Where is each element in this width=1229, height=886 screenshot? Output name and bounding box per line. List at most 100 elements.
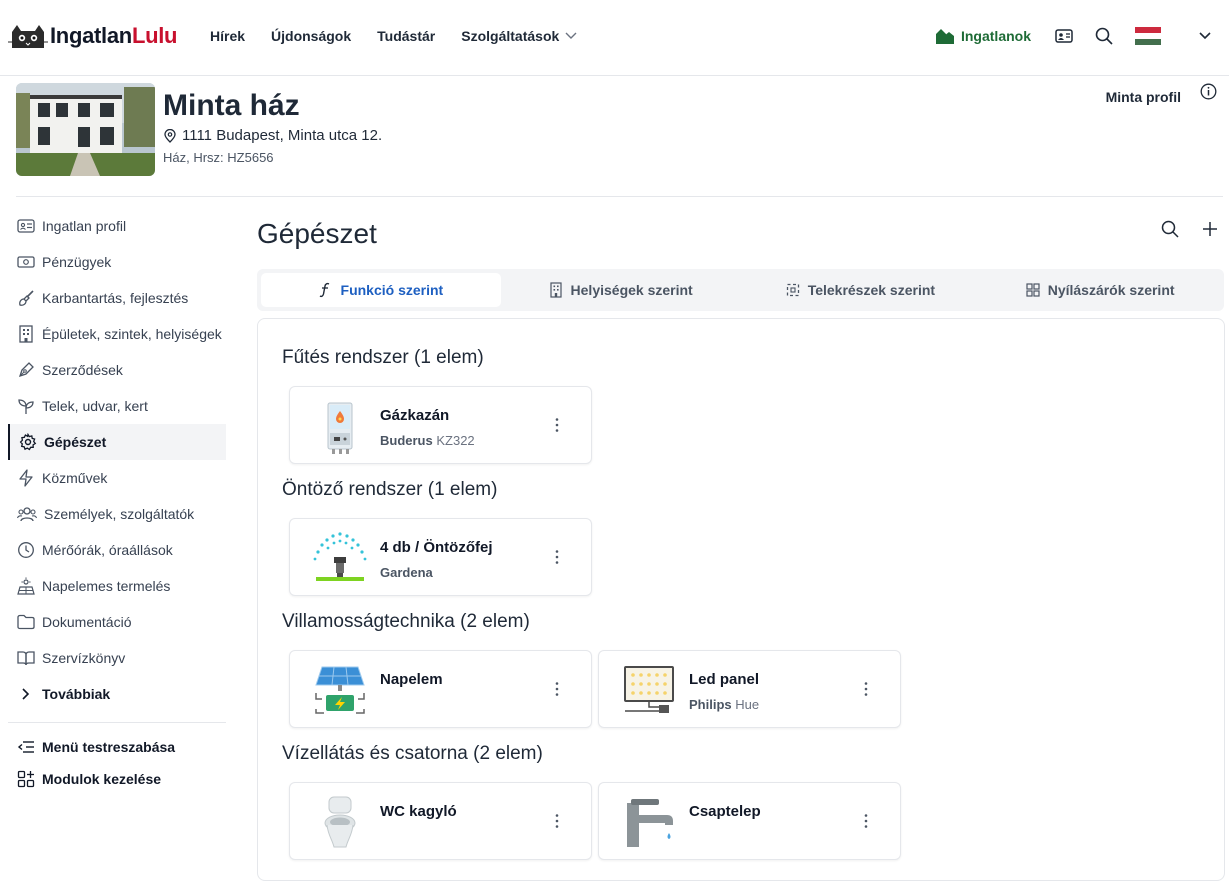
toilet-icon bbox=[324, 796, 356, 848]
more-options-button[interactable] bbox=[555, 549, 559, 570]
equipment-name: Gázkazán bbox=[380, 407, 450, 424]
sidebar-manage-modules[interactable]: Modulok kezelése bbox=[8, 763, 226, 795]
sidebar-item-label: Napelemes termelés bbox=[42, 578, 171, 594]
chevron-right-icon bbox=[22, 688, 30, 700]
tab-by-room[interactable]: Helyiségek szerint bbox=[501, 273, 741, 307]
kebab-menu-icon bbox=[864, 814, 868, 828]
sidebar-item-label: Gépészet bbox=[44, 434, 107, 450]
sidebar-item-machinery[interactable]: Gépészet bbox=[8, 424, 226, 460]
sidebar-item-utilities[interactable]: Közművek bbox=[8, 460, 226, 496]
sidebar-item-finances[interactable]: Pénzügyek bbox=[8, 244, 226, 280]
equipment-card-faucet[interactable]: Csaptelep bbox=[598, 782, 901, 860]
kebab-menu-icon bbox=[555, 418, 559, 432]
sidebar-item-label: Közművek bbox=[42, 470, 108, 486]
equipment-name: Led panel bbox=[689, 671, 760, 688]
group-title-electrical: Villamosságtechnika (2 elem) bbox=[282, 611, 530, 632]
houses-icon bbox=[935, 29, 954, 44]
sidebar-item-label: Telek, udvar, kert bbox=[42, 398, 148, 414]
profile-name[interactable]: Minta profil bbox=[1106, 89, 1181, 105]
sidebar-item-property-profile[interactable]: Ingatlan profil bbox=[8, 208, 226, 244]
nav-services[interactable]: Szolgáltatások bbox=[461, 28, 577, 44]
sidebar-item-plot[interactable]: Telek, udvar, kert bbox=[8, 388, 226, 424]
more-options-button[interactable] bbox=[864, 681, 868, 702]
tab-label: Funkció szerint bbox=[340, 282, 444, 298]
add-button[interactable] bbox=[1201, 220, 1219, 238]
nav-whats-new[interactable]: Újdonságok bbox=[271, 28, 351, 44]
tab-label: Helyiségek szerint bbox=[570, 282, 693, 298]
kebab-menu-icon bbox=[555, 814, 559, 828]
equipment-card-sprinkler[interactable]: 4 db / Öntözőfej Gardena bbox=[289, 518, 592, 596]
equipment-list: Fűtés rendszer (1 elem) Gázkazán Buderus… bbox=[257, 318, 1225, 881]
equipment-brand-name: Buderus bbox=[380, 433, 433, 448]
tab-by-plot-part[interactable]: Telekrészek szerint bbox=[741, 273, 981, 307]
sidebar-item-people[interactable]: Személyek, szolgáltatók bbox=[8, 496, 226, 532]
sidebar-item-contracts[interactable]: Szerződések bbox=[8, 352, 226, 388]
equipment-card-led-panel[interactable]: Led panel Philips Hue bbox=[598, 650, 901, 728]
users-icon bbox=[17, 507, 37, 522]
sidebar-item-label: Pénzügyek bbox=[42, 254, 112, 270]
equipment-name: Napelem bbox=[380, 671, 443, 688]
group-title-heating: Fűtés rendszer (1 elem) bbox=[282, 347, 484, 368]
tab-by-openings[interactable]: Nyílászárók szerint bbox=[980, 273, 1220, 307]
sidebar-item-label: Épületek, szintek, helyiségek bbox=[42, 326, 222, 342]
kebab-menu-icon bbox=[864, 682, 868, 696]
equipment-name: WC kagyló bbox=[380, 803, 457, 820]
properties-link[interactable]: Ingatlanok bbox=[935, 28, 1031, 44]
user-menu-toggle[interactable] bbox=[1199, 32, 1211, 40]
equipment-card-toilet[interactable]: WC kagyló bbox=[289, 782, 592, 860]
chevron-down-icon bbox=[565, 32, 577, 39]
plus-icon bbox=[1203, 222, 1217, 236]
main-nav: Hírek Újdonságok Tudástár Szolgáltatások bbox=[210, 0, 603, 72]
page-title: Gépészet bbox=[257, 218, 377, 249]
sidebar-item-solar[interactable]: Napelemes termelés bbox=[8, 568, 226, 604]
search-button[interactable] bbox=[1095, 27, 1113, 45]
solar-icon bbox=[17, 577, 35, 595]
more-options-button[interactable] bbox=[864, 813, 868, 834]
group-title-water: Vízellátás és csatorna (2 elem) bbox=[282, 743, 543, 764]
gear-icon bbox=[19, 433, 37, 451]
kebab-menu-icon bbox=[555, 550, 559, 564]
clock-icon bbox=[18, 542, 34, 558]
nav-news[interactable]: Hírek bbox=[210, 28, 245, 44]
top-right-actions: Ingatlanok bbox=[935, 0, 1215, 72]
more-options-button[interactable] bbox=[555, 417, 559, 438]
sidebar-customize-label: Menü testreszabása bbox=[42, 739, 176, 755]
bolt-icon bbox=[19, 469, 33, 487]
building-icon bbox=[19, 325, 33, 343]
sidebar-item-maintenance[interactable]: Karbantartás, fejlesztés bbox=[8, 280, 226, 316]
sidebar-item-buildings[interactable]: Épületek, szintek, helyiségek bbox=[8, 316, 226, 352]
sidebar-item-label: Szerződések bbox=[42, 362, 123, 378]
house-photo-icon bbox=[16, 83, 155, 176]
logo[interactable]: IngatlanLulu bbox=[8, 22, 177, 50]
property-address-text: 1111 Budapest, Minta utca 12. bbox=[182, 127, 383, 144]
sidebar-item-documentation[interactable]: Dokumentáció bbox=[8, 604, 226, 640]
sidebar-customize-menu[interactable]: Menü testreszabása bbox=[8, 731, 226, 763]
equipment-card-gas-boiler[interactable]: Gázkazán Buderus KZ322 bbox=[289, 386, 592, 464]
sidebar-item-meters[interactable]: Mérőórák, óraállások bbox=[8, 532, 226, 568]
hungarian-flag-icon[interactable] bbox=[1135, 27, 1161, 45]
equipment-brand-name: Philips bbox=[689, 697, 732, 712]
modules-grid-icon bbox=[17, 770, 35, 788]
property-photo bbox=[16, 83, 155, 176]
faucet-icon bbox=[627, 799, 673, 847]
info-button[interactable] bbox=[1200, 83, 1217, 105]
nav-services-label: Szolgáltatások bbox=[461, 28, 560, 44]
solar-panel-icon bbox=[315, 666, 365, 714]
more-options-button[interactable] bbox=[555, 681, 559, 702]
more-options-button[interactable] bbox=[555, 813, 559, 834]
sidebar-more[interactable]: Továbbiak bbox=[8, 676, 226, 712]
sidebar-item-service-book[interactable]: Szervízkönyv bbox=[8, 640, 226, 676]
sidebar-more-label: Továbbiak bbox=[42, 686, 111, 702]
sidebar: Ingatlan profil Pénzügyek Karbantartás, … bbox=[8, 208, 226, 795]
function-icon bbox=[319, 282, 329, 298]
sidebar-item-label: Szervízkönyv bbox=[42, 650, 126, 666]
search-button[interactable] bbox=[1161, 220, 1179, 238]
group-title-irrigation: Öntöző rendszer (1 elem) bbox=[282, 479, 498, 500]
equipment-card-solar-panel[interactable]: Napelem bbox=[289, 650, 592, 728]
folder-icon bbox=[17, 614, 35, 630]
tab-by-function[interactable]: Funkció szerint bbox=[261, 273, 501, 307]
gas-boiler-icon bbox=[327, 402, 353, 454]
nav-knowledge-base[interactable]: Tudástár bbox=[377, 28, 435, 44]
property-title: Minta ház bbox=[163, 89, 300, 122]
contact-card-button[interactable] bbox=[1055, 29, 1073, 43]
